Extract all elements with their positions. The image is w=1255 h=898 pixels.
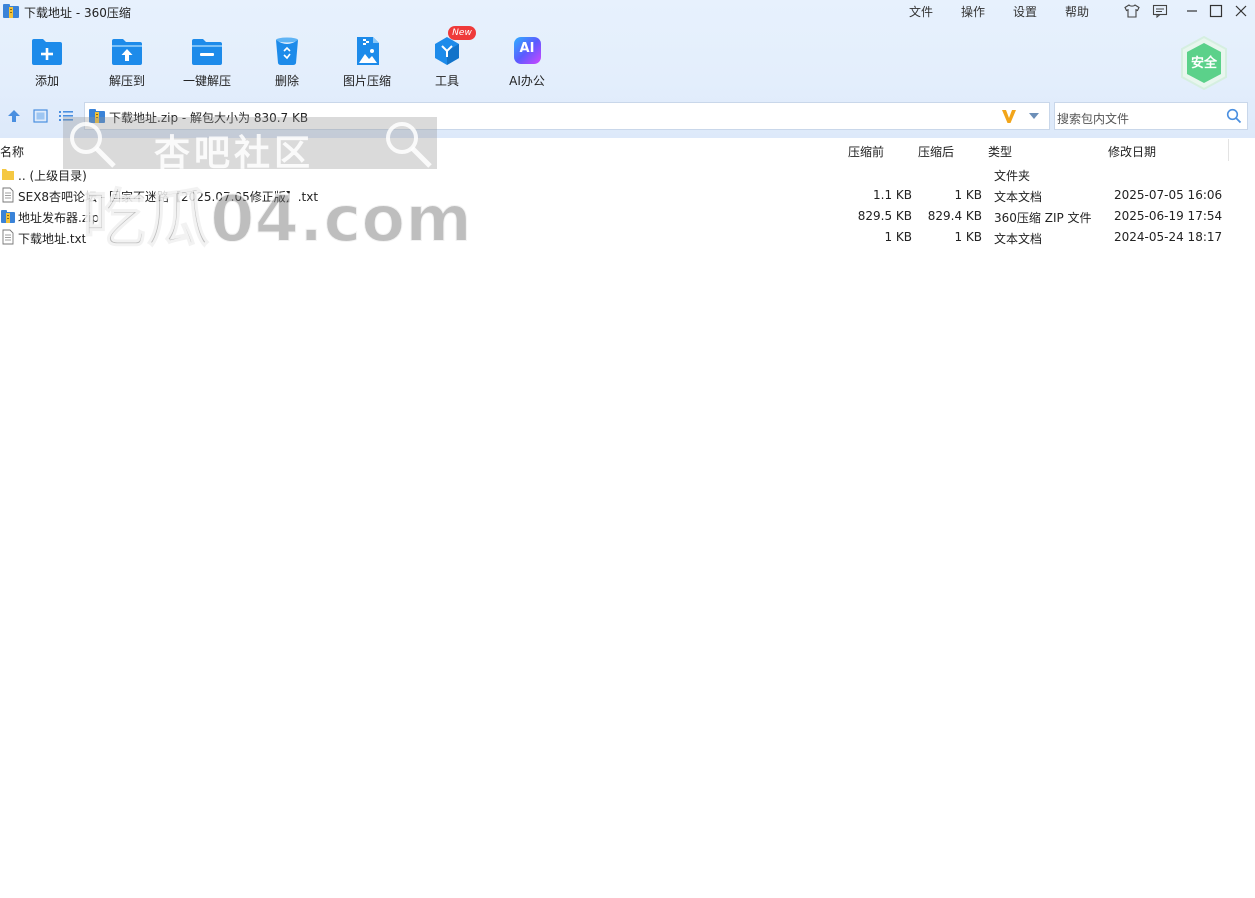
tool-image-compress[interactable]: 图片压缩 bbox=[332, 32, 402, 92]
ai-office-glyph: AI bbox=[519, 41, 535, 56]
file-type: 文件夹 bbox=[994, 169, 1031, 183]
file-modified: 2025-07-05 16:06 bbox=[1114, 188, 1223, 202]
column-modified[interactable]: 修改日期 bbox=[1108, 143, 1156, 160]
file-name: 下载地址.txt bbox=[18, 232, 87, 246]
file-type: 文本文档 bbox=[994, 232, 1043, 246]
tool-delete[interactable]: 删除 bbox=[252, 32, 322, 92]
folder-icon bbox=[2, 169, 14, 180]
tool-delete-label: 删除 bbox=[274, 74, 299, 88]
add-folder-icon bbox=[32, 39, 62, 65]
security-shield[interactable]: 安全 bbox=[1178, 35, 1230, 91]
title-bar: 下载地址 - 360压缩 文件 操作 设置 帮助 bbox=[0, 0, 1255, 24]
extract-to-icon bbox=[112, 39, 142, 65]
thumbnail-view-icon[interactable] bbox=[33, 109, 48, 123]
menu-help[interactable]: 帮助 bbox=[1065, 3, 1089, 20]
minimize-icon bbox=[1187, 10, 1197, 12]
zip-file-icon bbox=[1, 210, 15, 223]
menu-file[interactable]: 文件 bbox=[909, 3, 933, 20]
message-icon bbox=[1152, 4, 1168, 18]
menu-operation[interactable]: 操作 bbox=[961, 3, 985, 20]
magnifier-watermark-icon bbox=[70, 122, 116, 168]
close-button[interactable] bbox=[1231, 2, 1251, 20]
tool-add-label: 添加 bbox=[34, 74, 59, 88]
window-title: 下载地址 - 360压缩 bbox=[24, 6, 131, 20]
skin-button[interactable] bbox=[1122, 2, 1142, 20]
tool-add[interactable]: 添加 bbox=[12, 32, 82, 92]
search-placeholder: 搜索包内文件 bbox=[1057, 112, 1130, 126]
chevron-down-icon[interactable] bbox=[1027, 111, 1041, 121]
tool-one-click-extract[interactable]: 一键解压 bbox=[172, 32, 242, 92]
tool-one-click-extract-label: 一键解压 bbox=[182, 74, 231, 88]
close-icon bbox=[1235, 5, 1247, 17]
tool-ai-office-label: AI办公 bbox=[509, 74, 545, 88]
minimize-button[interactable] bbox=[1182, 2, 1202, 20]
column-compressed-size[interactable]: 压缩前 bbox=[848, 143, 884, 160]
file-compressed-size: 829.5 KB bbox=[857, 209, 912, 223]
image-compress-icon bbox=[357, 37, 379, 65]
column-type[interactable]: 类型 bbox=[988, 143, 1012, 160]
file-type: 文本文档 bbox=[994, 190, 1043, 204]
maximize-button[interactable] bbox=[1206, 2, 1226, 20]
tools-cube-icon bbox=[435, 37, 459, 65]
search-icon[interactable] bbox=[1226, 108, 1242, 124]
watermark-line2: 吃瓜04.com bbox=[81, 182, 473, 258]
vip-v-icon[interactable] bbox=[1001, 108, 1017, 124]
tool-extract-to[interactable]: 解压到 bbox=[92, 32, 162, 92]
tool-ai-office[interactable]: AI AI办公 bbox=[492, 32, 562, 92]
archive-app-icon bbox=[3, 4, 19, 18]
search-input[interactable]: 搜索包内文件 bbox=[1054, 102, 1248, 130]
file-modified: 2025-06-19 17:54 bbox=[1114, 209, 1223, 223]
recycle-bin-icon bbox=[276, 37, 298, 65]
file-original-size: 1 KB bbox=[954, 230, 982, 244]
header-divider bbox=[1228, 139, 1229, 161]
app-window: 下载地址 - 360压缩 文件 操作 设置 帮助 添加 解压到 一键解压 删除 … bbox=[0, 0, 1255, 898]
magnifier-watermark-icon bbox=[386, 122, 432, 168]
one-click-extract-icon bbox=[192, 39, 222, 65]
file-compressed-size: 1.1 KB bbox=[873, 188, 912, 202]
tool-image-compress-label: 图片压缩 bbox=[342, 74, 391, 88]
feedback-button[interactable] bbox=[1150, 2, 1170, 20]
security-label: 安全 bbox=[1190, 56, 1217, 71]
column-original-size[interactable]: 压缩后 bbox=[918, 143, 954, 160]
file-original-size: 829.4 KB bbox=[927, 209, 982, 223]
maximize-icon bbox=[1209, 4, 1223, 18]
menu-settings[interactable]: 设置 bbox=[1013, 3, 1037, 20]
up-arrow-icon[interactable] bbox=[6, 108, 22, 124]
text-file-icon bbox=[2, 229, 14, 245]
file-original-size: 1 KB bbox=[954, 188, 982, 202]
text-file-icon bbox=[2, 187, 14, 203]
tool-tools[interactable]: 工具 bbox=[412, 32, 482, 92]
tool-extract-to-label: 解压到 bbox=[108, 74, 145, 88]
file-modified: 2024-05-24 18:17 bbox=[1114, 230, 1223, 244]
tshirt-icon bbox=[1124, 4, 1140, 18]
tool-tools-label: 工具 bbox=[434, 74, 459, 88]
file-type: 360压缩 ZIP 文件 bbox=[994, 211, 1092, 225]
new-badge: New bbox=[448, 26, 476, 40]
column-name[interactable]: 名称 bbox=[0, 143, 24, 160]
file-compressed-size: 1 KB bbox=[884, 230, 912, 244]
